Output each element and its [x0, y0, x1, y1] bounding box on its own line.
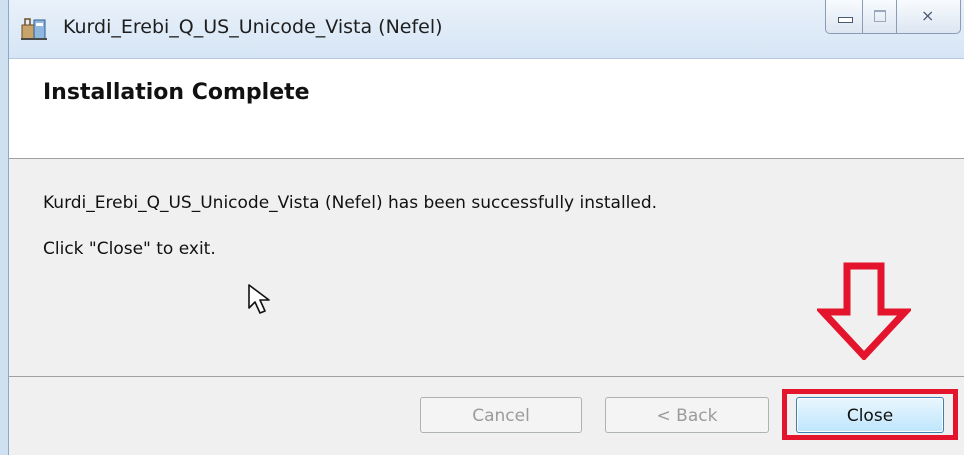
cancel-button[interactable]: Cancel — [420, 397, 582, 433]
close-button[interactable]: Close — [796, 397, 944, 433]
success-message: Kurdi_Erebi_Q_US_Unicode_Vista (Nefel) h… — [43, 193, 658, 213]
exit-instruction: Click "Close" to exit. — [43, 239, 216, 259]
installer-package-icon — [21, 18, 47, 40]
mouse-pointer-icon — [248, 284, 270, 314]
back-button[interactable]: < Back — [605, 397, 769, 433]
window-title: Kurdi_Erebi_Q_US_Unicode_Vista (Nefel) — [63, 16, 443, 38]
minimize-button[interactable] — [825, 0, 863, 34]
title-bar[interactable]: Kurdi_Erebi_Q_US_Unicode_Vista (Nefel) ⨯ — [9, 0, 964, 59]
page-title: Installation Complete — [43, 80, 310, 105]
close-window-button[interactable]: ⨯ — [897, 0, 961, 34]
maximize-button[interactable] — [863, 0, 897, 34]
installer-window: Kurdi_Erebi_Q_US_Unicode_Vista (Nefel) ⨯… — [8, 0, 964, 455]
caption-buttons: ⨯ — [825, 0, 961, 36]
header-panel — [9, 59, 964, 158]
close-icon: ⨯ — [921, 6, 935, 25]
down-arrow-icon — [817, 262, 911, 360]
